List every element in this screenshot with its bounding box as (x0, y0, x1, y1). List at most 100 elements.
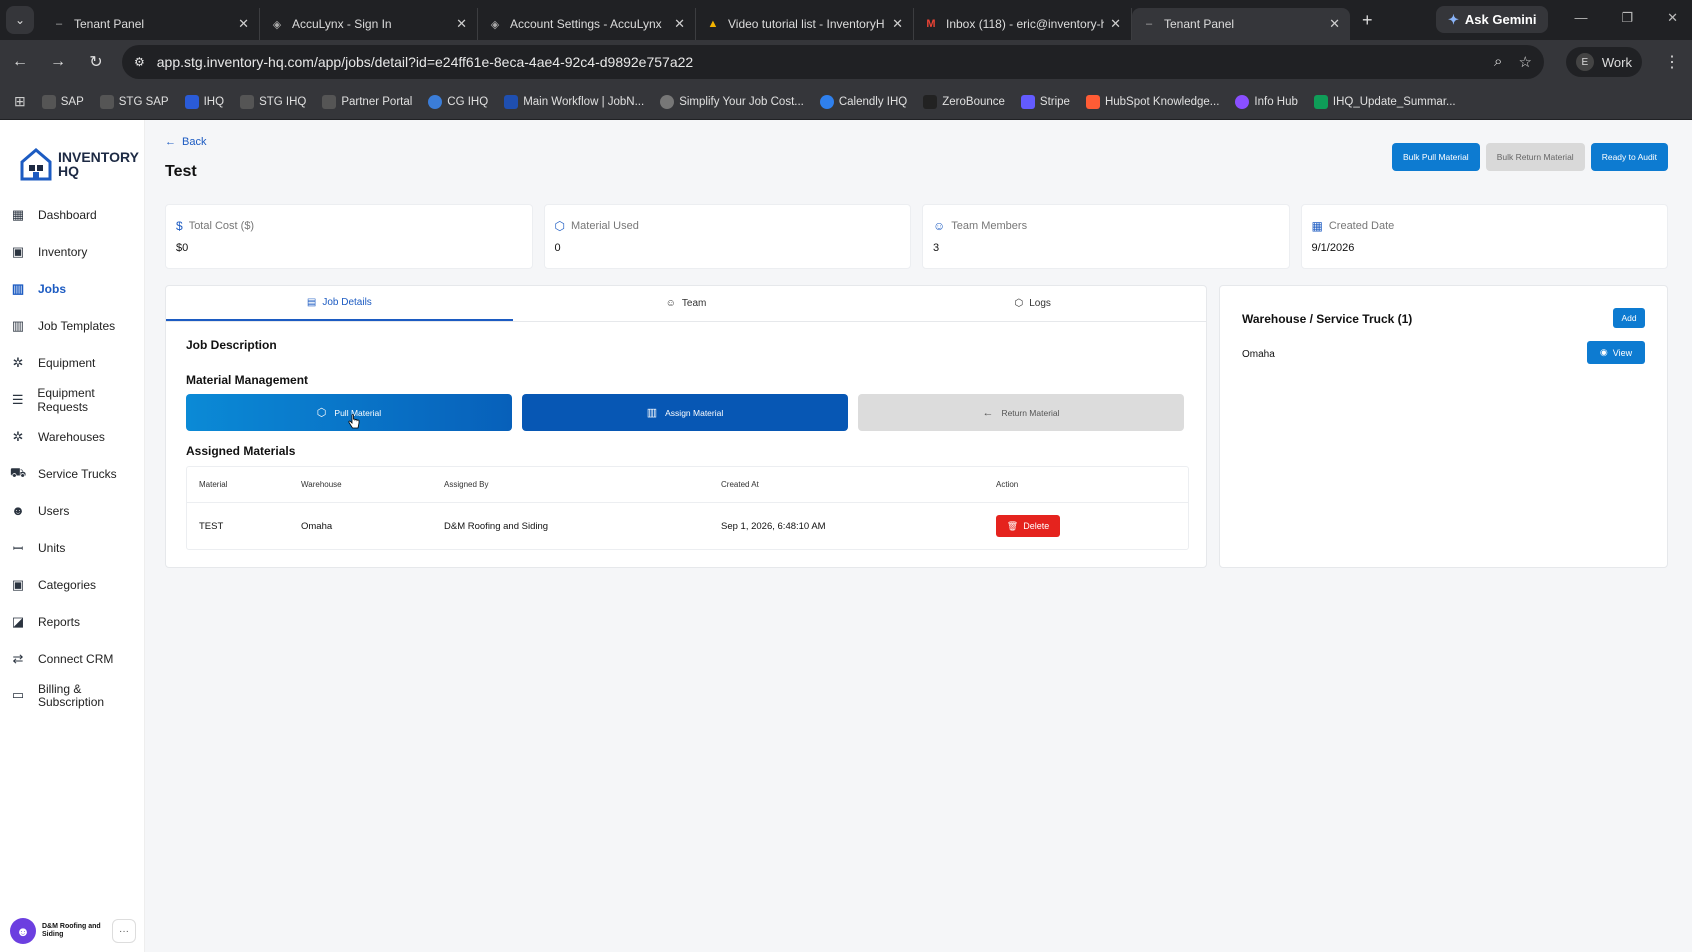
back-arrow-icon[interactable]: ← (12, 53, 28, 71)
team-icon: ☺ (665, 298, 676, 309)
url-text: app.stg.inventory-hq.com/app/jobs/detail… (156, 54, 694, 70)
sidebar-item-users[interactable]: ☻ Users (0, 492, 144, 529)
view-warehouse-button[interactable]: ◉ View (1587, 341, 1645, 364)
stat-value: 9/1/2026 (1311, 242, 1355, 254)
bookmark[interactable]: ZeroBounce (923, 94, 1005, 109)
bookmark-favicon-icon (1020, 94, 1035, 109)
sidebar-item-units[interactable]: ꟷ Units (0, 529, 144, 566)
browser-tab[interactable]: – Tenant Panel ✕ (42, 8, 260, 40)
apps-grid-icon[interactable]: ⊞ (14, 93, 26, 110)
delete-button[interactable]: 🗑︎ Delete (996, 515, 1060, 537)
tab-title: Tenant Panel (74, 17, 145, 31)
return-material-button[interactable]: ← Return Material (858, 394, 1184, 431)
sidebar-item-service-trucks[interactable]: ⛟ Service Trucks (0, 455, 144, 492)
sidebar-item-equipment-requests[interactable]: ☰ Equipment Requests (0, 381, 144, 418)
stat-value: 0 (554, 242, 561, 254)
ready-to-audit-button[interactable]: Ready to Audit (1590, 143, 1668, 171)
zoom-icon[interactable]: ⌕ (1494, 53, 1502, 71)
more-options-button[interactable]: ··· (112, 919, 136, 943)
bookmark[interactable]: HubSpot Knowledge... (1085, 94, 1219, 109)
sidebar-item-connect-crm[interactable]: ⇄ Connect CRM (0, 640, 144, 677)
hand-cursor-icon (348, 414, 360, 430)
sidebar-item-job-templates[interactable]: ▥ Job Templates (0, 307, 144, 344)
browser-tab-bar: ⌄ – Tenant Panel ✕ ◈ AccuLynx - Sign In ✕ ◈ A… (0, 0, 1692, 40)
list-icon: ☰ (11, 391, 24, 407)
site-settings-icon[interactable]: ⚙ (134, 55, 145, 69)
sidebar-item-jobs[interactable]: ▥ Jobs (0, 270, 144, 307)
minimize-icon[interactable]: — (1574, 10, 1587, 26)
bookmark[interactable]: Calendly IHQ (819, 94, 907, 109)
bookmark-favicon-icon (1085, 94, 1100, 109)
bookmark-favicon-icon (99, 94, 114, 109)
browser-tab[interactable]: ▲ Video tutorial list - InventoryH ✕ (696, 8, 914, 40)
add-warehouse-button[interactable]: Add (1613, 308, 1645, 328)
logo[interactable]: INVENTORY HQ (0, 120, 144, 190)
new-tab-icon[interactable]: + (1362, 10, 1373, 31)
assign-material-button[interactable]: ▥ Assign Material (522, 394, 848, 431)
close-window-icon[interactable]: ✕ (1667, 10, 1678, 26)
sidebar-item-reports[interactable]: ◪ Reports (0, 603, 144, 640)
profile-button[interactable]: E Work (1565, 47, 1642, 77)
close-icon[interactable]: ✕ (238, 16, 249, 32)
gemini-icon: ✦ (1448, 11, 1459, 27)
bookmark[interactable]: STG IHQ (240, 94, 306, 109)
reload-icon[interactable]: ↻ (88, 52, 104, 72)
bookmark[interactable]: Partner Portal (322, 94, 412, 109)
column-header: Created At (721, 480, 759, 489)
user-profile[interactable]: ☻ D&M Roofing and Siding ··· (10, 918, 136, 944)
bookmark[interactable]: Info Hub (1235, 94, 1298, 109)
stat-value: $0 (176, 242, 189, 254)
table-row: TEST Omaha D&M Roofing and Siding Sep 1,… (187, 503, 1188, 549)
browser-tab[interactable]: ◈ AccuLynx - Sign In ✕ (260, 8, 478, 40)
bookmark[interactable]: Stripe (1020, 94, 1070, 109)
bulk-return-material-button[interactable]: Bulk Return Material (1485, 143, 1585, 171)
bookmark-favicon-icon (504, 94, 519, 109)
sidebar-item-categories[interactable]: ▣ Categories (0, 566, 144, 603)
bookmark[interactable]: STG SAP (99, 94, 169, 109)
warehouse-item: Omaha (1242, 349, 1275, 360)
close-icon[interactable]: ✕ (892, 16, 903, 32)
sidebar-menu: ▦ Dashboard ▣ Inventory ▥ Jobs ▥ Job Templat… (0, 196, 144, 725)
sidebar-item-dashboard[interactable]: ▦ Dashboard (0, 196, 144, 233)
url-input[interactable]: ⚙ app.stg.inventory-hq.com/app/jobs/deta… (122, 45, 1544, 79)
browser-tab[interactable]: M Inbox (118) - eric@inventory-h ✕ (914, 8, 1132, 40)
bookmark[interactable]: Simplify Your Job Cost... (660, 94, 804, 109)
dollar-icon: $ (176, 219, 183, 233)
cube-icon: ⬡ (316, 407, 327, 419)
tab-search-icon[interactable]: ⌄ (6, 6, 34, 34)
sidebar-item-warehouses[interactable]: ✲ Warehouses (0, 418, 144, 455)
browser-tab[interactable]: ◈ Account Settings - AccuLynx ✕ (478, 8, 696, 40)
restore-icon[interactable]: ❐ (1621, 10, 1633, 26)
bookmark[interactable]: Main Workflow | JobN... (504, 94, 644, 109)
bookmark[interactable]: CG IHQ (428, 94, 488, 109)
back-link[interactable]: ← Back (165, 136, 206, 148)
tab-job-details[interactable]: ▤ Job Details (166, 286, 513, 321)
tab-title: Tenant Panel (1164, 17, 1235, 31)
avatar: ☻ (10, 918, 36, 944)
tab-team[interactable]: ☺ Team (513, 286, 860, 321)
close-icon[interactable]: ✕ (674, 16, 685, 32)
sidebar-item-inventory[interactable]: ▣ Inventory (0, 233, 144, 270)
action-cell: 🗑︎ Delete (996, 515, 1188, 537)
sidebar-item-billing[interactable]: ▭ Billing & Subscription (0, 677, 144, 725)
close-icon[interactable]: ✕ (1329, 16, 1340, 32)
tools-icon: ✲ (12, 354, 24, 370)
kebab-menu-icon[interactable]: ⋮ (1664, 52, 1680, 72)
bookmark-star-icon[interactable]: ☆ (1518, 53, 1531, 71)
bulk-pull-material-button[interactable]: Bulk Pull Material (1392, 143, 1480, 171)
dash-icon: – (1145, 18, 1153, 30)
forward-arrow-icon[interactable]: → (50, 53, 66, 71)
job-tabs: ▤ Job Details ☺ Team ⬡ Logs (166, 286, 1206, 322)
column-header: Assigned By (444, 480, 489, 489)
bookmark-favicon-icon (1313, 94, 1328, 109)
close-icon[interactable]: ✕ (1110, 16, 1121, 32)
bookmark[interactable]: IHQ_Update_Summar... (1313, 94, 1456, 109)
sidebar-item-equipment[interactable]: ✲ Equipment (0, 344, 144, 381)
tab-logs[interactable]: ⬡ Logs (859, 286, 1206, 321)
bookmark[interactable]: SAP (41, 94, 84, 109)
close-icon[interactable]: ✕ (456, 16, 467, 32)
bookmark[interactable]: IHQ (184, 94, 224, 109)
billing-icon: ▭ (11, 687, 25, 702)
browser-tab-active[interactable]: – Tenant Panel ✕ (1132, 8, 1350, 40)
ask-gemini-button[interactable]: ✦ Ask Gemini (1436, 6, 1549, 33)
